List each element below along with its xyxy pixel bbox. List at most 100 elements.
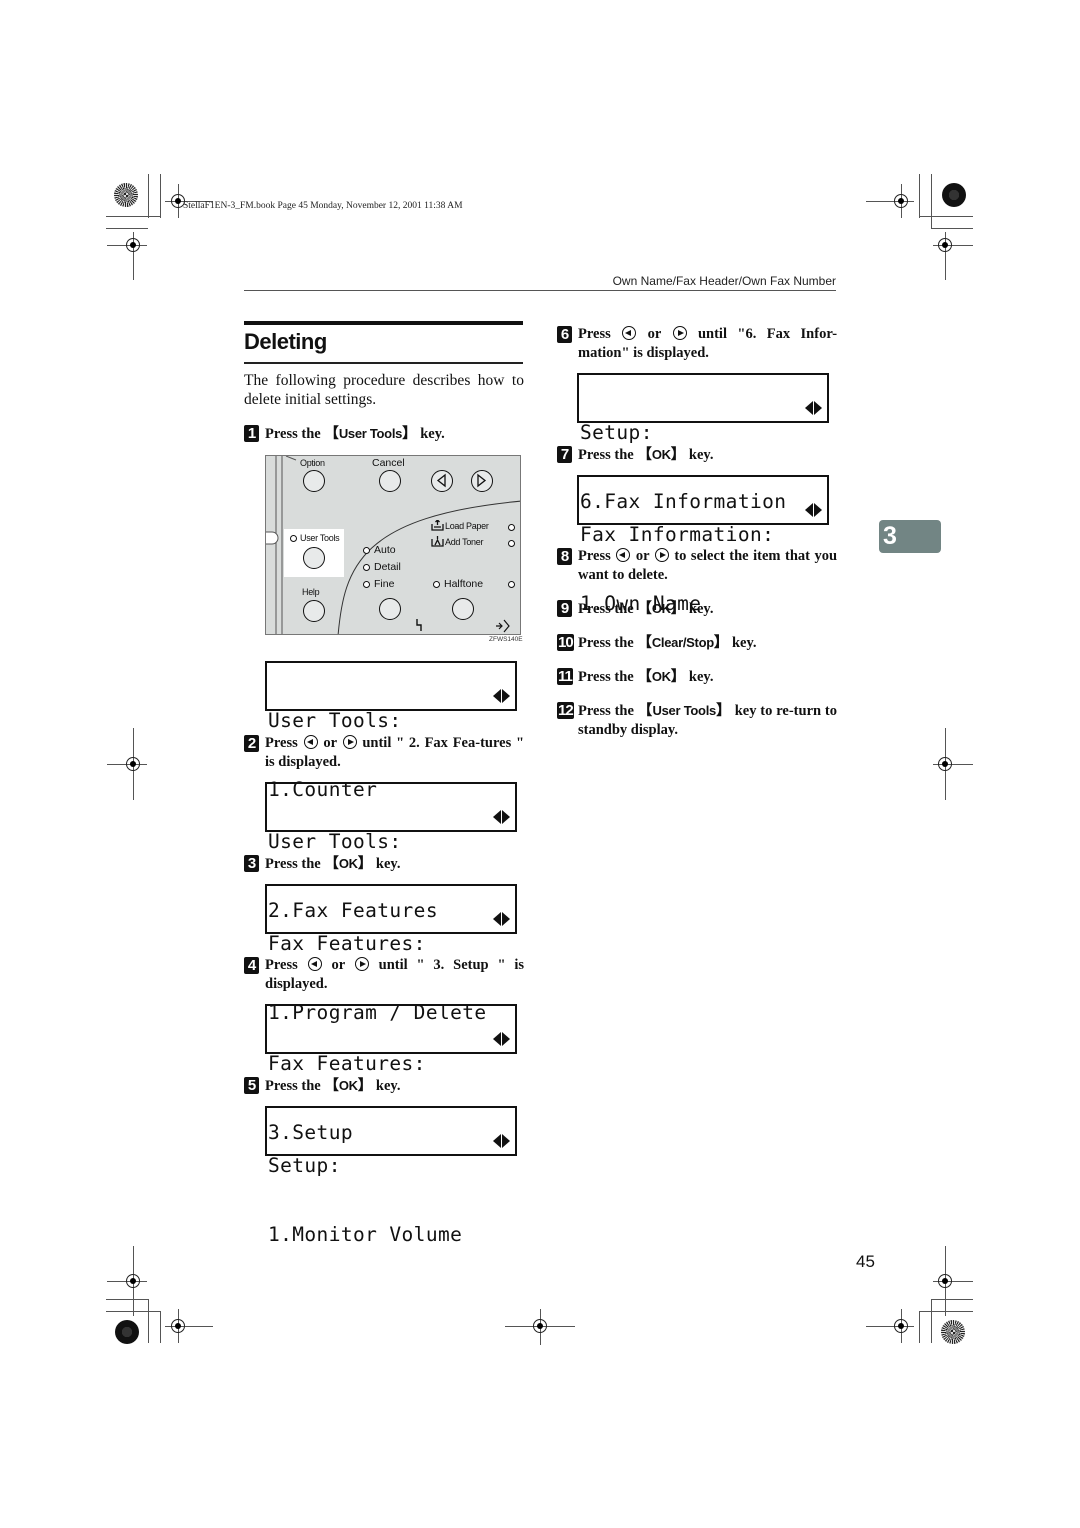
lcd-display: Fax Information: 1.Own Name: [577, 475, 829, 615]
help-button[interactable]: [303, 600, 325, 622]
right-arrow-key-icon: [354, 957, 369, 971]
load-paper-led: [508, 524, 515, 531]
step-number: 8: [557, 548, 572, 565]
detail-label: Detail: [374, 561, 401, 573]
bracket: 】: [402, 426, 417, 442]
left-arrow-key-icon: [307, 957, 322, 971]
left-arrow-button[interactable]: [431, 470, 453, 492]
cancel-label: Cancel: [372, 457, 405, 469]
left-arrow-key-icon: [616, 548, 631, 562]
registration-mark-icon: [938, 1274, 952, 1288]
left-arrow-key-icon: [622, 326, 637, 340]
step-text: key.: [688, 669, 714, 685]
crop-line: [148, 174, 149, 218]
user-tools-label: User Tools: [300, 533, 340, 543]
registration-rosette-icon: [114, 183, 138, 207]
crop-line: [919, 216, 973, 217]
ok-key-label: OK: [651, 447, 671, 462]
help-label: Help: [302, 587, 320, 597]
left-right-arrows-icon: [493, 1134, 511, 1148]
lcd-display: Fax Features: 3.Setup: [265, 1004, 517, 1144]
left-right-arrows-icon: [805, 503, 823, 517]
step-text: Press: [578, 548, 611, 564]
user-tools-button[interactable]: [303, 547, 325, 569]
crop-line: [160, 174, 161, 218]
step-text: key.: [688, 601, 714, 617]
step-text: or: [647, 326, 662, 342]
step-9: 9 Press the 【OK】 key.: [557, 599, 837, 619]
lcd-line-1: Fax Features:: [268, 932, 426, 955]
step-number: 6: [557, 326, 572, 343]
crop-line: [931, 174, 932, 228]
right-arrow-key-icon: [654, 548, 669, 562]
lcd-display: User Tools: 2.Fax Features: [265, 782, 517, 922]
bracket: 】: [670, 669, 686, 685]
step-text: Press: [265, 735, 298, 751]
load-paper-label: Load Paper: [445, 521, 489, 531]
lcd-line-1: Setup:: [268, 1154, 341, 1177]
bracket: 】: [713, 635, 729, 651]
left-right-arrows-icon: [493, 1032, 511, 1046]
halftone-label: Halftone: [444, 578, 484, 590]
step-text: Press the: [265, 1078, 321, 1094]
step-text: Press the: [578, 635, 634, 651]
step-text: until "6. Fax Infor-mation" is displayed…: [578, 326, 838, 361]
left-right-arrows-icon: [493, 810, 511, 824]
lcd-display: Setup: 6.Fax Information: [577, 373, 829, 513]
registration-mark-icon: [126, 238, 140, 252]
step-text: Press the: [265, 856, 321, 872]
page-number: 45: [856, 1252, 875, 1271]
registration-mark-icon: [533, 1319, 547, 1333]
right-arrow-button[interactable]: [471, 470, 493, 492]
crop-line: [106, 216, 160, 217]
step-number: 4: [244, 957, 259, 974]
add-toner-icon: [431, 536, 444, 547]
crop-line: [931, 1299, 973, 1300]
add-toner-label: Add Toner: [445, 537, 484, 547]
registration-mark-icon: [894, 1319, 908, 1333]
user-tools-key-label: User Tools: [338, 426, 403, 441]
crop-line: [106, 1311, 160, 1312]
fine-button[interactable]: [379, 598, 401, 620]
bracket: 【: [324, 1078, 339, 1094]
step-5: 5 Press the 【OK】 key.: [244, 1076, 524, 1096]
step-11: 11 Press the 【OK】 key.: [557, 667, 837, 687]
option-label: Option: [300, 458, 325, 468]
user-tools-key-label: User Tools: [652, 703, 717, 718]
crop-line: [919, 1311, 973, 1312]
registration-mark-icon: [126, 757, 140, 771]
add-toner-led: [508, 540, 515, 547]
bracket: 】: [670, 601, 686, 617]
section-intro: The following procedure describes how to…: [244, 372, 524, 408]
step-text: Press the: [265, 426, 321, 442]
left-right-arrows-icon: [493, 912, 511, 926]
left-arrow-key-icon: [303, 735, 318, 749]
lcd-line-1: Setup:: [580, 421, 653, 444]
halftone-button[interactable]: [452, 598, 474, 620]
lcd-line-1: Fax Information:: [580, 523, 775, 546]
ok-key-label: OK: [651, 669, 671, 684]
control-panel-illustration: Option Cancel User Tools Help Load Paper…: [265, 455, 521, 635]
bracket: 】: [670, 447, 686, 463]
cancel-button[interactable]: [379, 470, 401, 492]
page-header-title: Own Name/Fax Header/Own Fax Number: [612, 274, 836, 288]
section-title: Deleting: [244, 329, 327, 354]
step-1: 1 Press the 【User Tools】 key.: [244, 424, 524, 444]
lcd-line-2: 1.Monitor Volume: [268, 1223, 463, 1246]
step-12: 12 Press the 【User Tools】 key to re-turn…: [557, 701, 837, 740]
left-right-arrows-icon: [805, 401, 823, 415]
right-arrow-icon: [477, 473, 487, 488]
step-text: key.: [375, 1078, 401, 1094]
left-right-arrows-icon: [493, 689, 511, 703]
crop-line: [931, 1299, 932, 1343]
step-text: Press the: [578, 601, 634, 617]
option-button[interactable]: [303, 470, 325, 492]
ok-key-label: OK: [338, 1078, 358, 1093]
detail-led: [363, 564, 370, 571]
step-text: Press the: [578, 703, 634, 719]
step-text: key.: [731, 635, 757, 651]
fine-led: [363, 581, 370, 588]
user-tools-led: [290, 535, 297, 542]
step-4: 4 Press or until " 3. Setup " is display…: [244, 956, 524, 994]
auto-label: Auto: [374, 544, 396, 556]
